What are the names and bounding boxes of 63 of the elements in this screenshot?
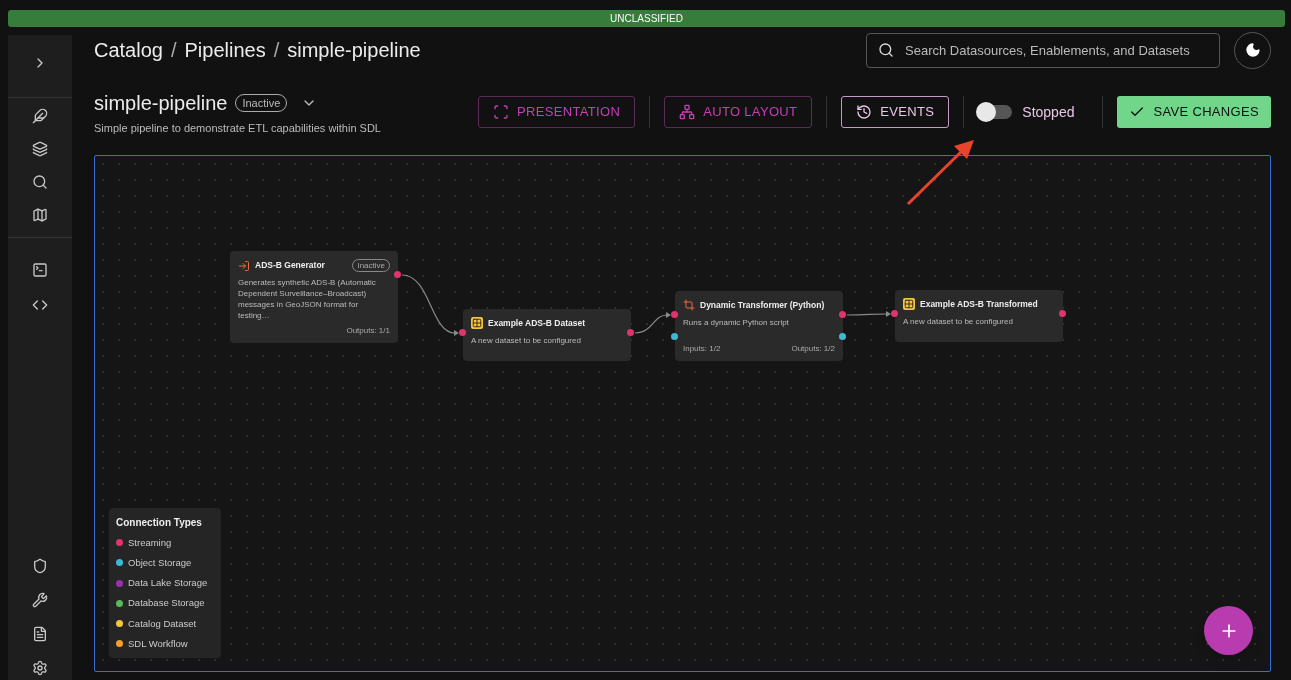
node-port[interactable] <box>394 271 401 278</box>
node-port[interactable] <box>839 311 846 318</box>
toolbar-button[interactable]: EVENTS <box>841 96 950 128</box>
node-outputs-count: Outputs: 1/2 <box>791 343 835 355</box>
node-title: Example ADS-B Transformed <box>920 298 1038 311</box>
node-port[interactable] <box>839 333 846 340</box>
node-title: Dynamic Transformer (Python) <box>700 299 825 312</box>
toggle-label: Stopped <box>1022 102 1075 122</box>
settings-icon[interactable] <box>32 660 48 676</box>
grid-icon <box>471 317 483 330</box>
map-icon[interactable] <box>32 207 48 223</box>
toolbar-button[interactable]: AUTO LAYOUT <box>664 96 813 128</box>
search-icon[interactable] <box>32 174 48 190</box>
search-field[interactable]: Search Datasources, Enablements, and Datasets <box>866 32 1220 68</box>
layout-icon <box>679 104 696 120</box>
feather-icon[interactable] <box>32 108 48 124</box>
breadcrumb-separator: / <box>170 38 177 63</box>
classification-banner: UNCLASSIFIED <box>8 10 1285 27</box>
node-title: ADS-B Generator <box>255 259 325 272</box>
fullscreen-icon <box>493 104 510 120</box>
pipeline-node[interactable]: ADS-B Generator Inactive Generates synthetic ADS-B (Automatic Dependent Surveillance–Broadcast) messages in GeoJSON format for testing… Outputs: 1/1 <box>230 251 398 343</box>
node-port[interactable] <box>891 310 898 317</box>
crop-icon <box>683 299 695 312</box>
pipeline-title: simple-pipeline <box>94 90 228 116</box>
shield-icon[interactable] <box>32 558 48 574</box>
layers-icon[interactable] <box>32 141 48 157</box>
node-title: Example ADS-B Dataset <box>488 317 585 330</box>
breadcrumb-link[interactable]: Catalog <box>94 35 163 65</box>
legend-label: Data Lake Storage <box>128 576 208 590</box>
legend-label: Database Storage <box>128 596 205 611</box>
legend-title: Connection Types <box>116 515 203 530</box>
node-inputs-count: Inputs: 1/2 <box>683 343 721 355</box>
breadcrumb-separator: / <box>273 38 280 63</box>
legend-label: Streaming <box>128 535 172 550</box>
history-icon <box>856 104 873 120</box>
terminal-icon[interactable] <box>32 262 48 278</box>
code-icon[interactable] <box>32 297 48 313</box>
toolbar-button[interactable]: PRESENTATION <box>478 96 636 128</box>
search-icon <box>878 41 894 58</box>
node-port[interactable] <box>671 333 678 340</box>
pipeline-description: Simple pipeline to demonstrate ETL capabilities within SDL <box>94 120 381 136</box>
legend-label: SDL Workflow <box>128 636 188 651</box>
document-icon[interactable] <box>32 626 48 642</box>
wrench-icon[interactable] <box>32 592 48 608</box>
node-port[interactable] <box>459 329 466 336</box>
node-description: Runs a dynamic Python script <box>683 316 790 328</box>
legend-label: Catalog Dataset <box>128 616 197 631</box>
node-port[interactable] <box>627 329 634 336</box>
add-button[interactable] <box>1204 606 1253 655</box>
run-toggle[interactable] <box>978 105 1013 119</box>
moon-icon <box>1244 42 1261 58</box>
enter-icon <box>238 259 250 272</box>
save-button[interactable]: SAVE CHANGES <box>1117 96 1271 128</box>
node-port[interactable] <box>1059 310 1066 317</box>
breadcrumb-link[interactable]: Pipelines <box>184 35 266 65</box>
grid-icon <box>903 298 915 311</box>
node-outputs-count: Outputs: 1/1 <box>346 325 390 337</box>
breadcrumb-current: simple-pipeline <box>287 38 421 63</box>
node-description: A new dataset to be configured <box>903 315 1014 327</box>
node-description: A new dataset to be configured <box>471 334 582 346</box>
node-description: Generates synthetic ADS-B (Automatic Dependent Surveillance–Broadcast) messages in GeoJSON format for testing… <box>238 277 377 321</box>
legend-label: Object Storage <box>128 555 192 570</box>
node-port[interactable] <box>671 311 678 318</box>
